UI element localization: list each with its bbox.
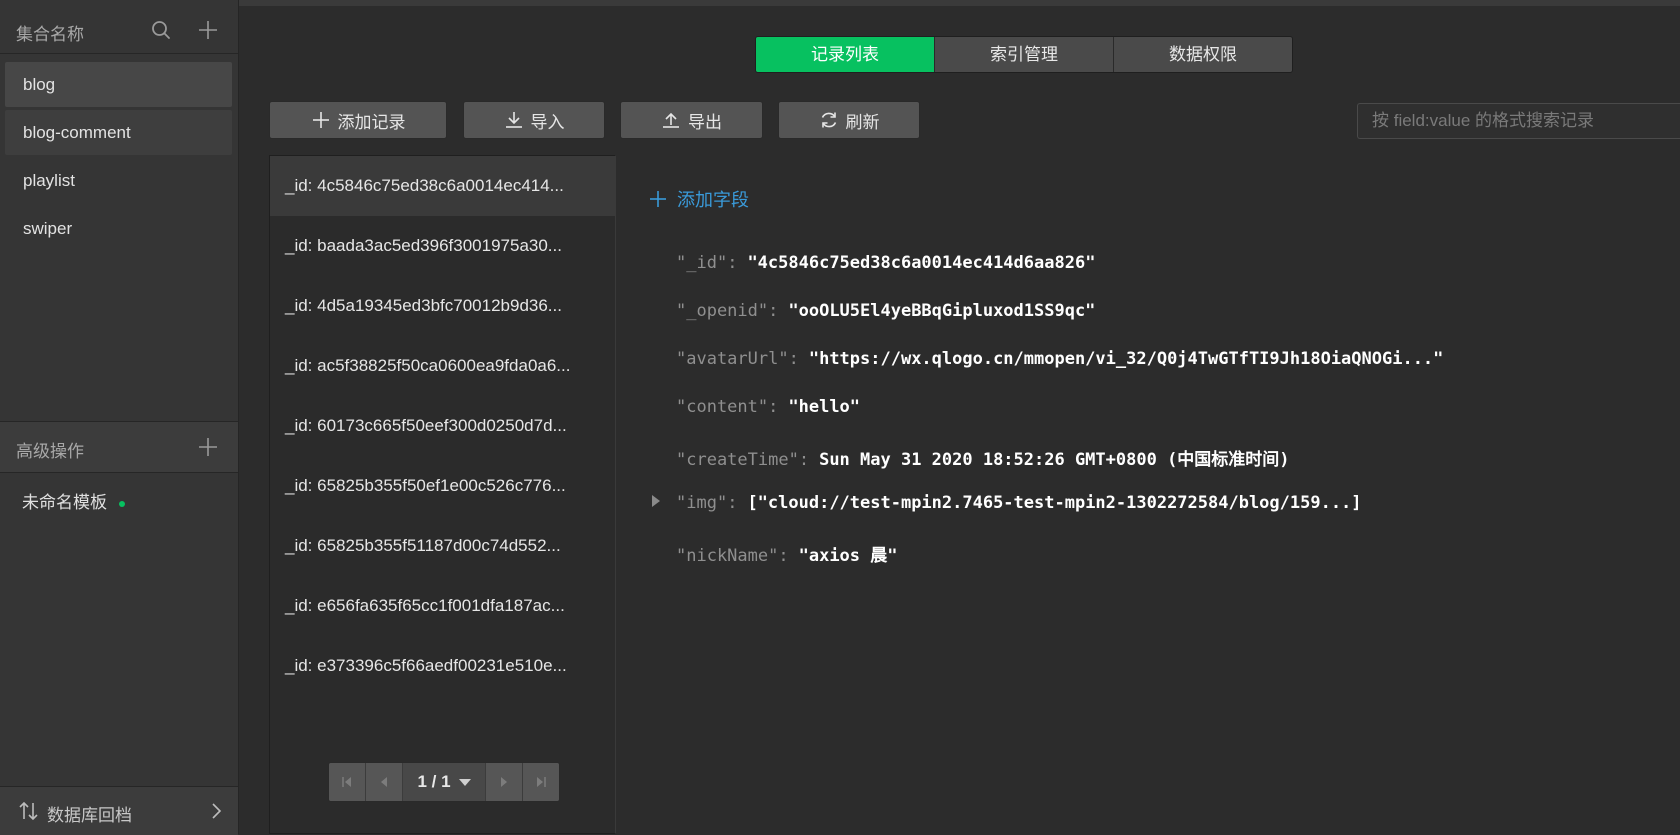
record-item[interactable]: _id: 65825b355f51187d00c74d552... <box>270 516 615 576</box>
field-key: "_openid" <box>676 301 769 321</box>
database-rollback-label: 数据库回档 <box>47 806 132 825</box>
advanced-operations-title: 高级操作 <box>16 442 84 461</box>
expand-triangle-icon[interactable] <box>652 495 660 507</box>
field-value: ["cloud://test-mpin2.7465-test-mpin2-130… <box>747 493 1362 513</box>
sort-icon <box>18 800 40 822</box>
field-value: "https://wx.qlogo.cn/mmopen/vi_32/Q0j4Tw… <box>808 349 1444 369</box>
field-key: "createTime" <box>676 450 799 470</box>
page-indicator: 1 / 1 <box>417 772 451 791</box>
collection-item-swiper[interactable]: swiper <box>5 206 232 251</box>
field-value: "axios 晨" <box>798 546 898 566</box>
refresh-icon <box>819 110 839 130</box>
export-label: 导出 <box>688 112 722 132</box>
field-value: "hello" <box>788 397 861 417</box>
plus-icon <box>311 110 331 130</box>
tab-data-permissions[interactable]: 数据权限 <box>1114 37 1292 72</box>
template-status-dot <box>119 500 125 507</box>
window-top-border <box>0 0 1680 6</box>
prev-page-icon <box>381 777 387 787</box>
record-item[interactable]: _id: baada3ac5ed396f3001975a30... <box>270 216 615 276</box>
add-record-button[interactable]: 添加记录 <box>269 101 447 139</box>
record-item[interactable]: _id: 4c5846c75ed38c6a0014ec414... <box>270 156 615 216</box>
add-record-label: 添加记录 <box>337 112 406 132</box>
record-item[interactable]: _id: e656fa635f65cc1f001dfa187ac... <box>270 576 615 636</box>
next-page-icon <box>501 777 507 787</box>
tab-index-management[interactable]: 索引管理 <box>935 37 1114 72</box>
field-row[interactable]: "img": ["cloud://test-mpin2.7465-test-mpi… <box>676 493 1362 513</box>
field-key: "avatarUrl" <box>676 349 789 369</box>
pagination: 1 / 1 <box>328 762 560 802</box>
view-tabs: 记录列表 索引管理 数据权限 <box>755 36 1293 73</box>
last-page-icon <box>537 777 546 787</box>
record-item[interactable]: _id: 65825b355f50ef1e00c526c776... <box>270 456 615 516</box>
field-row[interactable]: "_id": "4c5846c75ed38c6a0014ec414d6aa826" <box>676 253 1095 273</box>
field-row[interactable]: "createTime": Sun May 31 2020 18:52:26 GM… <box>676 445 1290 470</box>
tab-record-list[interactable]: 记录列表 <box>756 37 935 72</box>
field-key: "img" <box>676 493 728 513</box>
field-value: Sun May 31 2020 18:52:26 GMT+0800 (中国标准时… <box>819 450 1290 470</box>
prev-page-button[interactable] <box>366 763 403 801</box>
collection-item-blog-comment[interactable]: blog-comment <box>5 110 232 155</box>
field-row[interactable]: "nickName": "axios 晨" <box>676 541 898 566</box>
record-list: _id: 4c5846c75ed38c6a0014ec414... _id: b… <box>269 155 616 834</box>
chevron-right-icon <box>206 800 228 822</box>
upload-icon <box>661 110 681 130</box>
search-icon[interactable] <box>150 19 172 41</box>
advanced-operations-header: 高级操作 <box>0 421 238 473</box>
field-value: "4c5846c75ed38c6a0014ec414d6aa826" <box>747 253 1096 273</box>
plus-icon <box>648 189 668 209</box>
import-button[interactable]: 导入 <box>463 101 605 139</box>
chevron-down-icon <box>458 778 471 786</box>
add-field-button[interactable]: 添加字段 <box>648 186 749 212</box>
field-row[interactable]: "_openid": "ooOLU5El4yeBBqGipluxod1SS9qc" <box>676 301 1095 321</box>
record-item[interactable]: _id: 60173c665f50eef300d0250d7d... <box>270 396 615 456</box>
database-rollback-button[interactable]: 数据库回档 <box>0 786 238 835</box>
field-row[interactable]: "content": "hello" <box>676 397 860 417</box>
field-key: "content" <box>676 397 769 417</box>
refresh-label: 刷新 <box>845 112 880 132</box>
import-label: 导入 <box>530 112 565 132</box>
download-icon <box>504 110 524 130</box>
field-key: "_id" <box>676 253 728 273</box>
add-field-label: 添加字段 <box>677 190 749 210</box>
field-row[interactable]: "avatarUrl": "https://wx.qlogo.cn/mmopen/… <box>676 349 1443 369</box>
field-key: "nickName" <box>676 546 779 566</box>
first-page-icon <box>342 777 351 787</box>
add-template-icon[interactable] <box>197 436 219 458</box>
record-item[interactable]: _id: 4d5a19345ed3bfc70012b9d36... <box>270 276 615 336</box>
collection-item-blog[interactable]: blog <box>5 62 232 107</box>
refresh-button[interactable]: 刷新 <box>778 101 920 139</box>
export-button[interactable]: 导出 <box>620 101 763 139</box>
next-page-button[interactable] <box>485 763 523 801</box>
page-selector[interactable]: 1 / 1 <box>403 763 485 801</box>
collection-header-title: 集合名称 <box>16 25 84 44</box>
collection-item-playlist[interactable]: playlist <box>5 158 232 203</box>
sidebar: 集合名称 blog blog-comment playlist swiper 高… <box>0 0 239 835</box>
collection-header: 集合名称 <box>0 8 238 54</box>
add-collection-icon[interactable] <box>197 19 219 41</box>
first-page-button[interactable] <box>329 763 366 801</box>
template-item[interactable]: 未命名模板 <box>22 488 125 513</box>
record-item[interactable]: _id: ac5f38825f50ca0600ea9fda0a6... <box>270 336 615 396</box>
search-records-input[interactable] <box>1357 103 1680 139</box>
field-value: "ooOLU5El4yeBBqGipluxod1SS9qc" <box>788 301 1096 321</box>
template-label: 未命名模板 <box>22 493 107 512</box>
record-item[interactable]: _id: e373396c5f66aedf00231e510e... <box>270 636 615 696</box>
last-page-button[interactable] <box>523 763 559 801</box>
